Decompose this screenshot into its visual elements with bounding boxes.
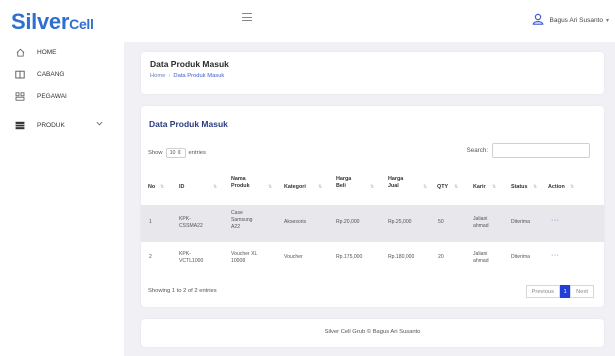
caret-down-icon: ▾: [605, 17, 609, 24]
cell-harga-jual: Rp.25,000: [388, 219, 412, 225]
show-label: Show: [148, 150, 163, 156]
sort-icon: ⇅: [492, 184, 497, 190]
entries-value: 10: [169, 150, 176, 156]
chevron-down-icon: [96, 121, 103, 128]
table-card: Data Produk Masuk Show 10 ⇕ entries Sear…: [141, 106, 604, 307]
product-icon: [15, 120, 25, 130]
column-header-kategori[interactable]: Kategori: [284, 184, 306, 191]
user-menu[interactable]: Bagus Ari Susanto ▾: [532, 13, 609, 27]
cell-qty: 50: [438, 219, 444, 225]
breadcrumb-separator: ›: [168, 73, 171, 79]
table-header: No ⇅ ID ⇅ Nama Produk ⇅ Kategori ⇅ Harga…: [141, 169, 604, 205]
entries-label: entries: [188, 150, 206, 156]
sidebar-item-label: CABANG: [37, 70, 65, 78]
sort-icon: ⇅: [318, 184, 323, 190]
cell-id: KPK-VCTL1000: [179, 251, 204, 264]
showing-entries-info: Showing 1 to 2 of 2 entries: [148, 288, 217, 294]
cell-karir: Jaliani ahmad: [473, 216, 489, 229]
pagination: Previous 1 Next: [525, 285, 594, 298]
column-header-status[interactable]: Status: [511, 184, 527, 191]
footer-text: Silver Cell Grub © Bagus Ari Susanto: [324, 329, 421, 335]
brand-name-sub: Cell: [69, 16, 94, 32]
user-name: Bagus Ari Susanto: [549, 16, 603, 24]
table-row: 2 KPK-VCTL1000 Voucher XL 10008 Voucher …: [141, 242, 604, 274]
sidebar-item-label: PEGAWAI: [37, 92, 67, 100]
select-arrow-icon: ⇕: [176, 150, 182, 156]
row-action-menu[interactable]: ···: [551, 217, 560, 224]
column-header-qty[interactable]: QTY: [437, 184, 448, 191]
cell-id: KPK-CSSMA22: [179, 216, 203, 229]
employee-icon: [15, 91, 25, 101]
cell-no: 1: [149, 219, 152, 225]
sort-icon: ⇅: [533, 184, 538, 190]
pagination-page-1[interactable]: 1: [560, 285, 571, 298]
cell-nama-produk: Case Samsung A22: [231, 210, 253, 230]
search-label: Search:: [466, 147, 488, 154]
column-header-id[interactable]: ID: [179, 184, 184, 191]
column-header-harga-beli[interactable]: Harga Beli: [336, 176, 356, 190]
cell-kategori: Voucher: [284, 254, 303, 260]
brand-name-main: Silver: [11, 9, 70, 34]
breadcrumb: Home › Data Produk Masuk: [150, 73, 224, 79]
pagination-previous[interactable]: Previous: [525, 285, 561, 298]
cell-harga-beli: Rp.20,000: [336, 219, 360, 225]
breadcrumb-home-link[interactable]: Home: [150, 73, 165, 79]
sort-icon: ⇅: [160, 184, 165, 190]
column-header-action[interactable]: Action: [548, 184, 565, 191]
cell-no: 2: [149, 254, 152, 260]
column-header-no[interactable]: No: [148, 184, 155, 191]
search-area: Search:: [467, 143, 590, 158]
sidebar-item-home[interactable]: HOME: [0, 41, 124, 63]
page-title: Data Produk Masuk: [150, 59, 229, 69]
sidebar-item-produk[interactable]: PRODUK: [0, 114, 124, 136]
brand-logo[interactable]: SilverCell: [11, 9, 94, 35]
menu-toggle-icon[interactable]: [242, 13, 252, 21]
column-header-karir[interactable]: Karir: [473, 184, 486, 191]
home-icon: [15, 47, 25, 57]
store-icon: [15, 69, 25, 79]
sort-icon: ⇅: [268, 184, 273, 190]
sort-icon: ⇅: [454, 184, 459, 190]
sort-icon: ⇅: [570, 184, 575, 190]
cell-kategori: Aksesoris: [284, 219, 307, 225]
sidebar-item-label: HOME: [37, 48, 57, 56]
cell-qty: 20: [438, 254, 444, 260]
cell-harga-jual: Rp.180,000: [388, 254, 415, 260]
show-entries: Show 10 ⇕ entries: [148, 148, 206, 158]
cell-status: Diterima: [511, 219, 530, 225]
sidebar-item-pegawai[interactable]: PEGAWAI: [0, 85, 124, 107]
breadcrumb-current: Data Produk Masuk: [173, 73, 225, 79]
column-header-nama-produk[interactable]: Nama Produk: [231, 176, 255, 190]
column-header-harga-jual[interactable]: Harga Jual: [388, 176, 408, 190]
sidebar-item-label: PRODUK: [37, 121, 65, 129]
sort-icon: ⇅: [213, 184, 218, 190]
cell-karir: Jaliani ahmad: [473, 251, 489, 264]
top-header: Bagus Ari Susanto ▾: [124, 0, 615, 42]
cell-status: Diterima: [511, 254, 530, 260]
cell-harga-beli: Rp.175,000: [336, 254, 363, 260]
breadcrumb-card: Data Produk Masuk Home › Data Produk Masuk: [141, 52, 604, 94]
sidebar: SilverCell HOME CABANG PEGAWAI PRODUK: [0, 0, 124, 356]
table-title: Data Produk Masuk: [149, 119, 228, 129]
user-icon: [532, 13, 544, 27]
search-input[interactable]: [492, 143, 590, 158]
sidebar-item-cabang[interactable]: CABANG: [0, 63, 124, 85]
sort-icon: ⇅: [423, 184, 428, 190]
table-row: 1 KPK-CSSMA22 Case Samsung A22 Aksesoris…: [141, 205, 604, 242]
row-action-menu[interactable]: ···: [551, 252, 560, 259]
pagination-next[interactable]: Next: [570, 285, 594, 298]
entries-select[interactable]: 10 ⇕: [165, 148, 186, 158]
cell-nama-produk: Voucher XL 10008: [231, 251, 258, 264]
footer-card: Silver Cell Grub © Bagus Ari Susanto: [141, 319, 604, 347]
sort-icon: ⇅: [370, 184, 375, 190]
